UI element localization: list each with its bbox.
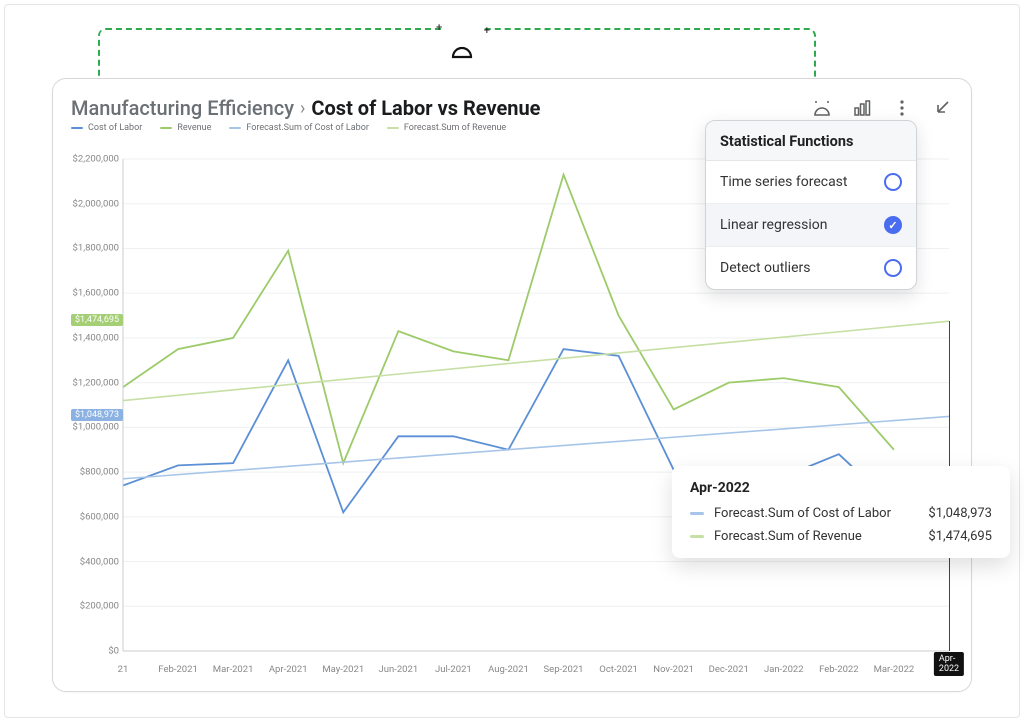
forecast-value-tag-revenue: $1,474,695 <box>71 314 123 326</box>
hover-tooltip: Apr-2022 Forecast.Sum of Cost of Labor $… <box>672 466 1010 558</box>
y-tick-label: $800,000 <box>63 467 119 478</box>
legend-item[interactable]: Revenue <box>160 123 211 133</box>
breadcrumb-leaf: Cost of Labor vs Revenue <box>311 96 540 120</box>
y-tick-label: $2,200,000 <box>63 154 119 165</box>
stat-functions-popover: Statistical Functions Time series foreca… <box>705 120 917 290</box>
chart-legend: Cost of Labor Revenue Forecast.Sum of Co… <box>71 123 506 133</box>
bar-chart-icon[interactable] <box>851 97 873 119</box>
legend-label: Cost of Labor <box>88 123 142 133</box>
x-tick-label: Aug-2021 <box>488 664 529 675</box>
bell-icon: ++ <box>442 28 482 68</box>
y-tick-label: $2,000,000 <box>63 198 119 209</box>
x-tick-label: Mar-2022 <box>874 664 915 675</box>
breadcrumb-root[interactable]: Manufacturing Efficiency <box>71 96 294 120</box>
y-tick-label: $1,800,000 <box>63 243 119 254</box>
header-actions <box>811 97 953 119</box>
legend-label: Revenue <box>177 123 211 133</box>
x-tick-label: Oct-2021 <box>599 664 638 675</box>
x-tick-label: Jul-2021 <box>435 664 472 675</box>
radio-unchecked-icon <box>884 259 902 277</box>
tooltip-row-value: $1,048,973 <box>928 506 992 521</box>
popover-option-label: Detect outliers <box>720 260 810 276</box>
legend-item[interactable]: Forecast.Sum of Revenue <box>387 123 506 133</box>
y-tick-label: $200,000 <box>63 601 119 612</box>
x-tick-label: Nov-2021 <box>653 664 694 675</box>
y-tick-label: $0 <box>63 646 119 657</box>
x-tick-label: Jan-2022 <box>764 664 804 675</box>
tooltip-row: Forecast.Sum of Revenue $1,474,695 <box>690 529 992 544</box>
x-tick-label: May-2021 <box>322 664 364 675</box>
popover-option-label: Time series forecast <box>720 174 848 190</box>
tooltip-row: Forecast.Sum of Cost of Labor $1,048,973 <box>690 506 992 521</box>
x-tick-label: Feb-2021 <box>158 664 198 675</box>
tooltip-title: Apr-2022 <box>690 480 992 496</box>
popover-title: Statistical Functions <box>706 121 916 161</box>
y-tick-label: $1,000,000 <box>63 422 119 433</box>
y-tick-label: $1,600,000 <box>63 288 119 299</box>
series-swatch-icon <box>690 512 704 515</box>
y-tick-label: $400,000 <box>63 556 119 567</box>
x-tick-label: Jun-2021 <box>378 664 418 675</box>
radio-unchecked-icon <box>884 173 902 191</box>
x-tick-label: Apr-2021 <box>269 664 308 675</box>
x-tick-label: Sep-2021 <box>544 664 584 675</box>
forecast-value-tag-cost: $1,048,973 <box>71 409 123 421</box>
card-header: Manufacturing Efficiency › Cost of Labor… <box>71 93 953 123</box>
series-swatch-icon <box>690 535 704 538</box>
more-icon[interactable] <box>891 97 913 119</box>
radio-checked-icon <box>884 216 902 234</box>
breadcrumb-separator: › <box>300 98 305 119</box>
y-tick-label: $600,000 <box>63 511 119 522</box>
hover-x-tag: Apr-2022 <box>934 652 964 676</box>
legend-item[interactable]: Forecast.Sum of Cost of Labor <box>229 123 369 133</box>
popover-option-label: Linear regression <box>720 217 827 233</box>
tooltip-row-label: Forecast.Sum of Cost of Labor <box>714 506 891 521</box>
popover-option-outliers[interactable]: Detect outliers <box>706 246 916 289</box>
x-tick-label: Feb-2022 <box>819 664 859 675</box>
alert-icon[interactable] <box>811 97 833 119</box>
x-tick-label: Dec-2021 <box>709 664 749 675</box>
x-tick-label: Mar-2021 <box>213 664 254 675</box>
x-tick-label: 21 <box>118 664 129 675</box>
legend-label: Forecast.Sum of Cost of Labor <box>246 123 369 133</box>
legend-label: Forecast.Sum of Revenue <box>404 123 506 133</box>
tooltip-row-label: Forecast.Sum of Revenue <box>714 529 862 544</box>
tooltip-row-value: $1,474,695 <box>928 529 992 544</box>
legend-item[interactable]: Cost of Labor <box>71 123 142 133</box>
y-tick-label: $1,200,000 <box>63 377 119 388</box>
collapse-icon[interactable] <box>931 97 953 119</box>
popover-option-forecast[interactable]: Time series forecast <box>706 161 916 203</box>
y-tick-label: $1,400,000 <box>63 332 119 343</box>
popover-option-linear-regression[interactable]: Linear regression <box>706 203 916 246</box>
